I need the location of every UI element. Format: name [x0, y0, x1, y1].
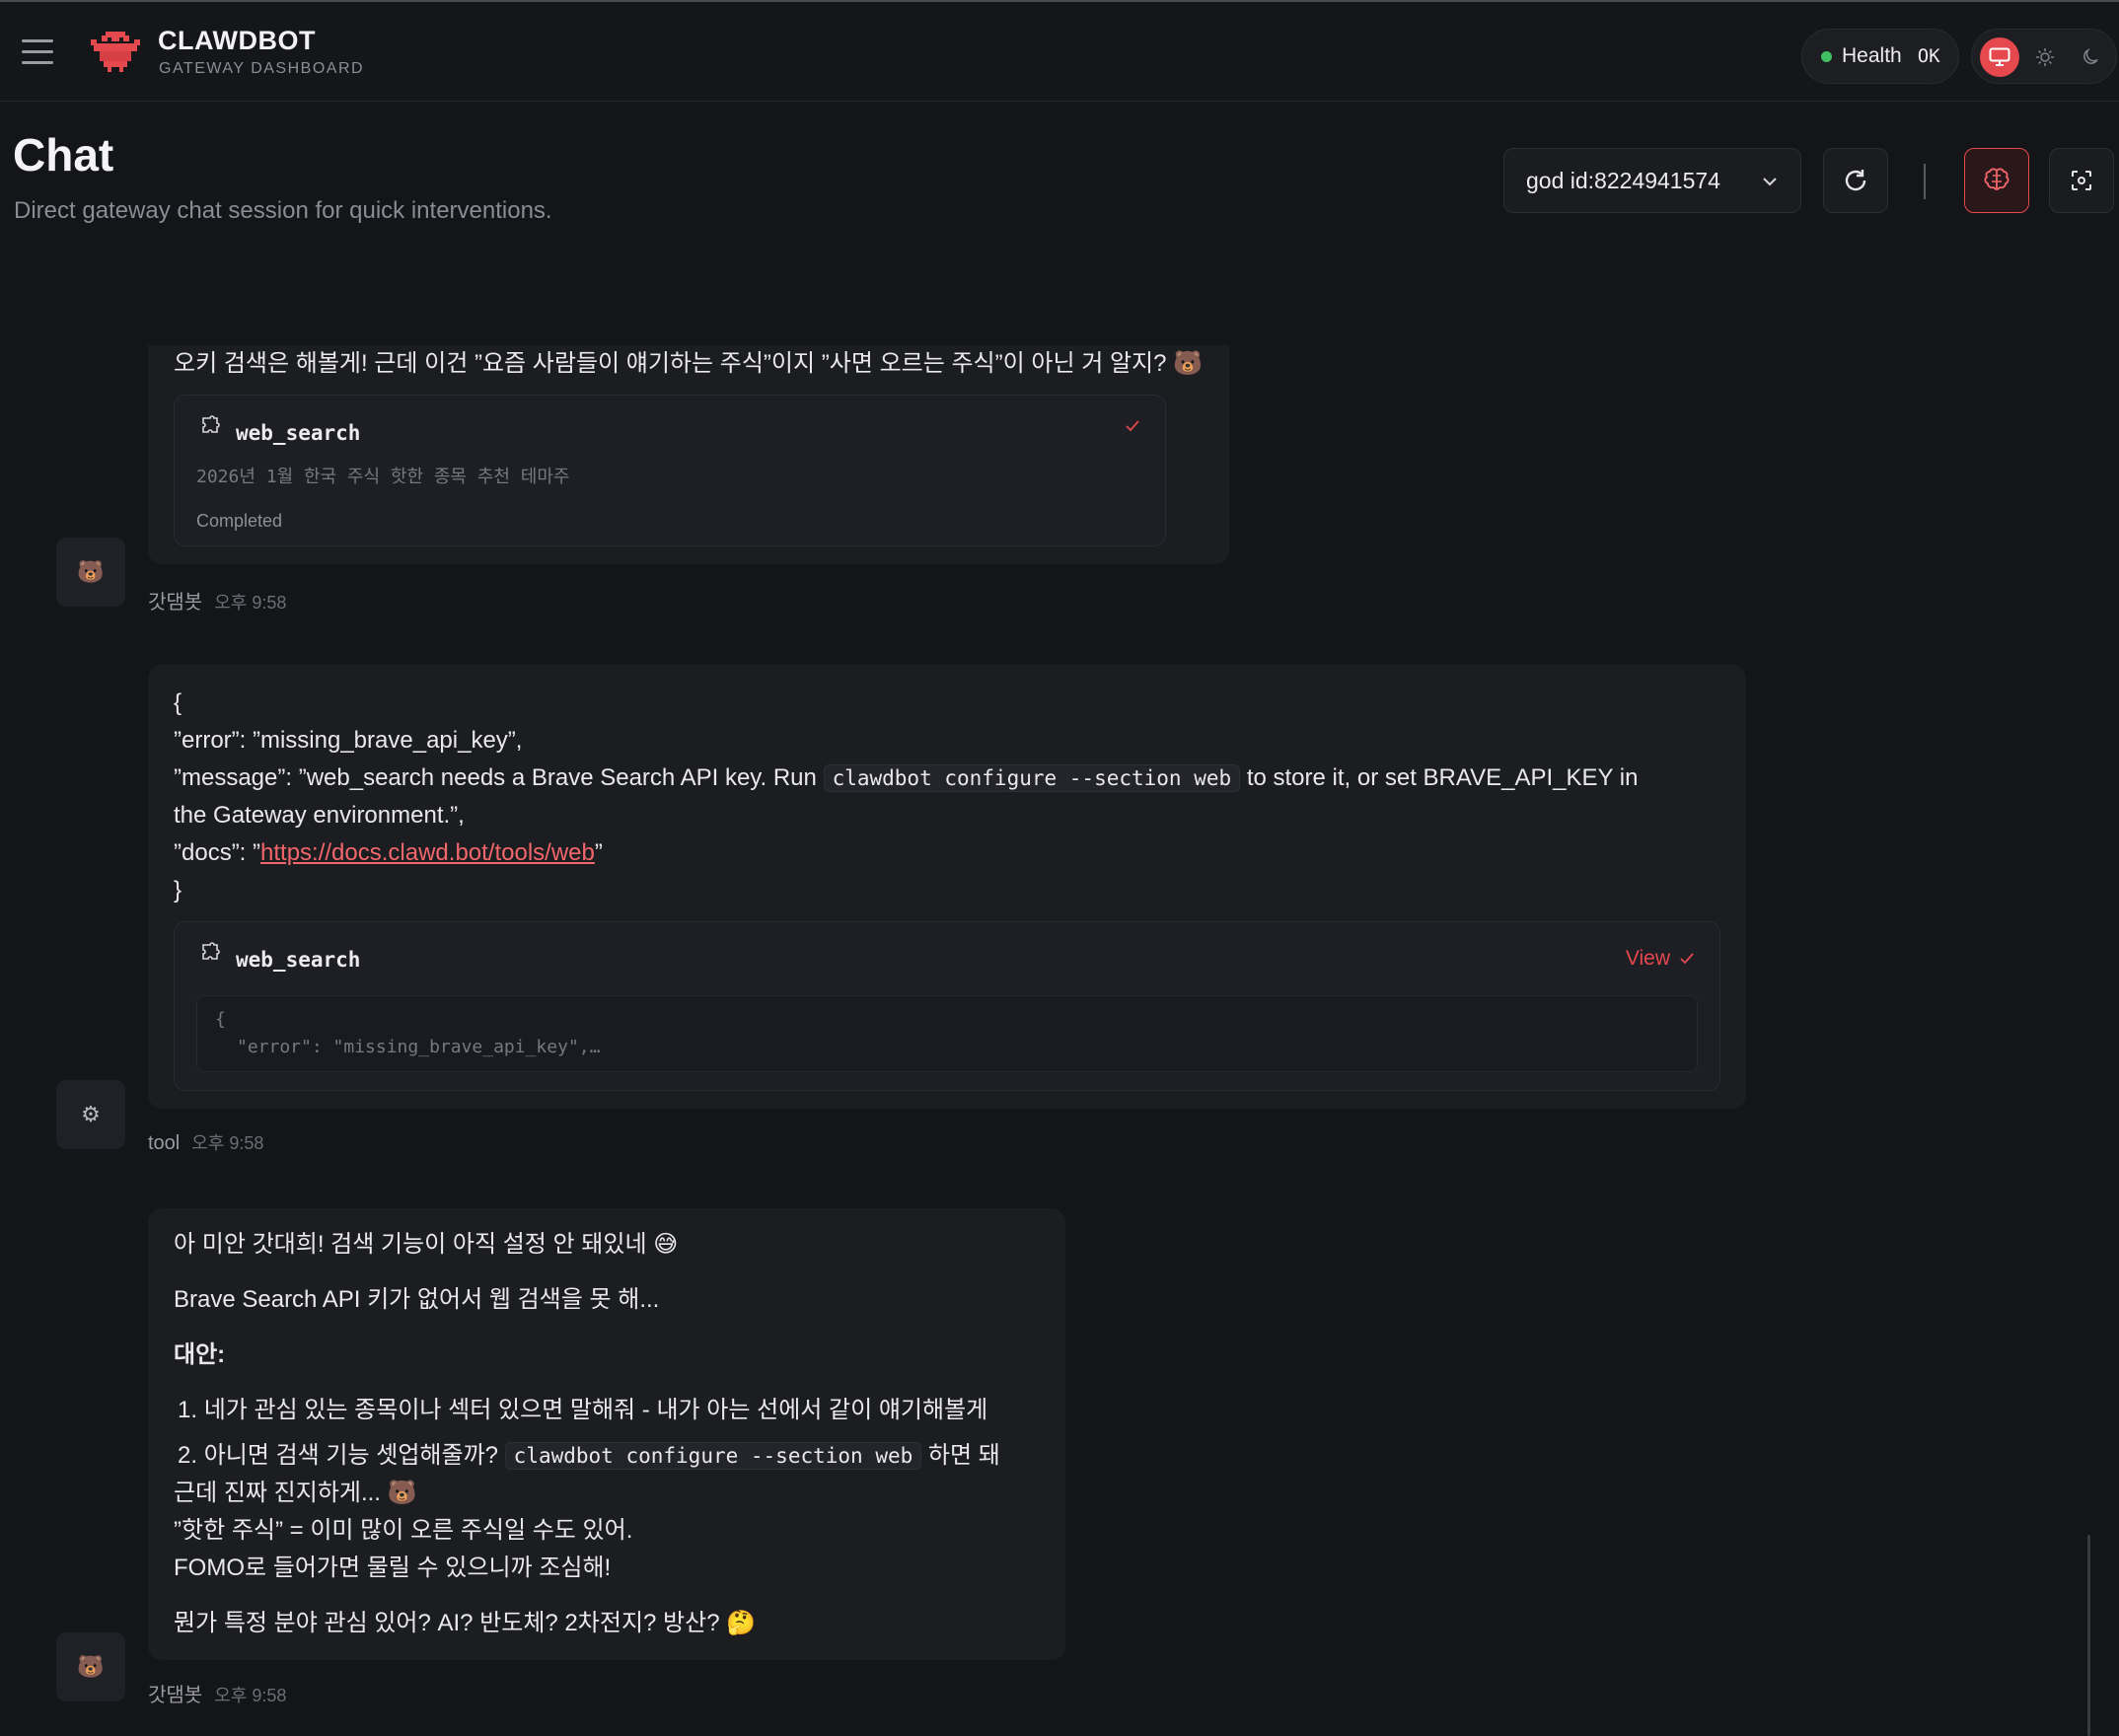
json-open: { [174, 689, 183, 716]
assistant-message: 아 미안 갓대희! 검색 기능이 아직 설정 안 돼있네 😅 Brave Sea… [148, 1208, 1065, 1660]
view-tool-output-button[interactable]: View [1626, 940, 1696, 977]
menu-icon[interactable] [22, 39, 53, 65]
list-item: 2. 아니면 검색 기능 셋업해줄까? clawdbot configure -… [178, 1442, 1000, 1470]
message-heading: 대안: [174, 1341, 226, 1368]
session-select[interactable]: god id:8224941574 [1503, 148, 1801, 213]
thinking-toggle-button[interactable] [1964, 148, 2029, 213]
json-error-line: ”error”: ”missing_brave_api_key”, [174, 727, 523, 754]
json-docs-prefix: ”docs”: ” [174, 839, 261, 866]
refresh-button[interactable] [1823, 148, 1888, 213]
health-badge: Health OK [1801, 29, 1959, 84]
message-text: 오키 검색은 해볼게! 근데 이건 ”요즘 사람들이 얘기하는 주식”이지 ”사… [174, 350, 1204, 377]
message-paragraph: 뭔가 특정 분야 관심 있어? AI? 반도체? 2차전지? 방산? 🤔 [174, 1610, 757, 1636]
message-meta: 갓댐봇 오후 9:58 [148, 1679, 286, 1707]
theme-toggle [1971, 29, 2117, 84]
docs-link[interactable]: https://docs.clawd.bot/tools/web [260, 839, 595, 866]
top-bar: CLAWDBOT GATEWAY DASHBOARD Health OK [0, 0, 2119, 102]
message-time: 오후 9:58 [214, 1686, 287, 1705]
focus-mode-button[interactable] [2049, 148, 2114, 213]
chat-scrollbar[interactable] [2087, 1535, 2090, 1736]
json-docs-suffix: ” [594, 839, 603, 866]
list-item-text: 네가 관심 있는 종목이나 섹터 있으면 말해줘 - 내가 아는 선에서 같이 … [203, 1397, 988, 1423]
theme-light-button[interactable] [2025, 37, 2065, 77]
focus-icon [2072, 171, 2091, 190]
tool-query: 2026년 1월 한국 주식 핫한 종목 추천 테마주 [196, 467, 570, 487]
inline-code: clawdbot configure --section web [823, 764, 1241, 792]
message-meta: 갓댐봇 오후 9:58 [148, 586, 286, 615]
tool-name: web_search [236, 421, 361, 445]
brain-icon [1984, 168, 2009, 190]
message-line: 근데 진짜 진지하게... 🐻 [174, 1480, 417, 1506]
page-title: Chat [13, 129, 114, 181]
check-icon [1680, 953, 1694, 965]
moon-icon [2083, 47, 2098, 64]
session-select-value: god id:8224941574 [1526, 167, 1720, 193]
sun-icon [2036, 48, 2054, 66]
tool-message: { ”error”: ”missing_brave_api_key”, ”mes… [148, 665, 1746, 1109]
tool-status: Completed [196, 511, 283, 531]
page-subtitle: Direct gateway chat session for quick in… [14, 197, 552, 224]
json-message-text-b: to store it, or set BRAVE_API_KEY in [1246, 764, 1639, 791]
inline-code: clawdbot configure --section web [504, 1442, 922, 1470]
monitor-icon [1989, 47, 2010, 66]
puzzle-icon [202, 942, 220, 960]
tool-avatar: ⚙ [56, 1080, 125, 1149]
status-dot-icon [1821, 50, 1832, 62]
message-time: 오후 9:58 [214, 593, 287, 613]
theme-system-button[interactable] [1980, 37, 2019, 77]
tool-output-preview: { "error": "missing_brave_api_key",… [196, 995, 1698, 1072]
app-title: CLAWDBOT [158, 26, 316, 55]
tool-name: web_search [236, 948, 361, 972]
message-line: ”핫한 주식” = 이미 많이 오른 주식일 수도 있어. [174, 1517, 633, 1544]
refresh-icon [1845, 170, 1866, 191]
theme-dark-button[interactable] [2071, 37, 2110, 77]
json-docs-line: ”docs”: ”https://docs.clawd.bot/tools/we… [174, 834, 1638, 872]
json-message-line: ”message”: ”web_search needs a Brave Sea… [174, 760, 1638, 797]
message-meta: tool 오후 9:58 [148, 1129, 263, 1155]
sender-name: 갓댐봇 [148, 1685, 203, 1706]
sender-name: 갓댐봇 [148, 592, 203, 614]
health-label: Health [1842, 44, 1902, 67]
assistant-message: 오키 검색은 해볼게! 근데 이건 ”요즘 사람들이 얘기하는 주식”이지 ”사… [148, 345, 1229, 564]
sender-name: tool [148, 1132, 181, 1154]
app-subtitle: GATEWAY DASHBOARD [159, 60, 365, 77]
preview-line: "error": "missing_brave_api_key",… [237, 1037, 601, 1057]
check-icon [1126, 420, 1139, 432]
assistant-avatar: 🐻 [56, 538, 125, 607]
tool-card: web_search 2026년 1월 한국 주식 핫한 종목 추천 테마주 C… [174, 395, 1166, 546]
puzzle-icon [202, 415, 220, 433]
toolbar-divider [1924, 164, 1926, 199]
message-paragraph: 아 미안 갓대희! 검색 기능이 아직 설정 안 돼있네 😅 [174, 1231, 679, 1258]
message-paragraph: Brave Search API 키가 없어서 웹 검색을 못 해... [174, 1286, 660, 1313]
message-line: FOMO로 들어가면 물릴 수 있으니까 조심해! [174, 1555, 612, 1581]
json-close: } [174, 877, 183, 904]
message-body: 아 미안 갓대희! 검색 기능이 아직 설정 안 돼있네 😅 Brave Sea… [174, 1226, 1000, 1642]
message-body: { ”error”: ”missing_brave_api_key”, ”mes… [174, 685, 1638, 909]
preview-line: { [215, 1009, 226, 1030]
chevron-down-icon [1763, 178, 1777, 186]
health-status: OK [1917, 45, 1940, 67]
json-message-line-cont: the Gateway environment.”, [174, 802, 465, 829]
tool-card: web_search View { "error": "missing_brav… [174, 921, 1720, 1091]
message-time: 오후 9:58 [191, 1133, 264, 1153]
list-item: 1. 네가 관심 있는 종목이나 섹터 있으면 말해줘 - 내가 아는 선에서 … [178, 1397, 988, 1423]
assistant-avatar: 🐻 [56, 1632, 125, 1701]
list-item-text: 아니면 검색 기능 셋업해줄까? [203, 1442, 498, 1469]
view-label: View [1625, 947, 1670, 970]
list-item-text: 하면 돼 [927, 1442, 1000, 1469]
json-message-text-a: ”message”: ”web_search needs a Brave Sea… [174, 764, 817, 791]
lobster-logo-icon [91, 32, 140, 72]
